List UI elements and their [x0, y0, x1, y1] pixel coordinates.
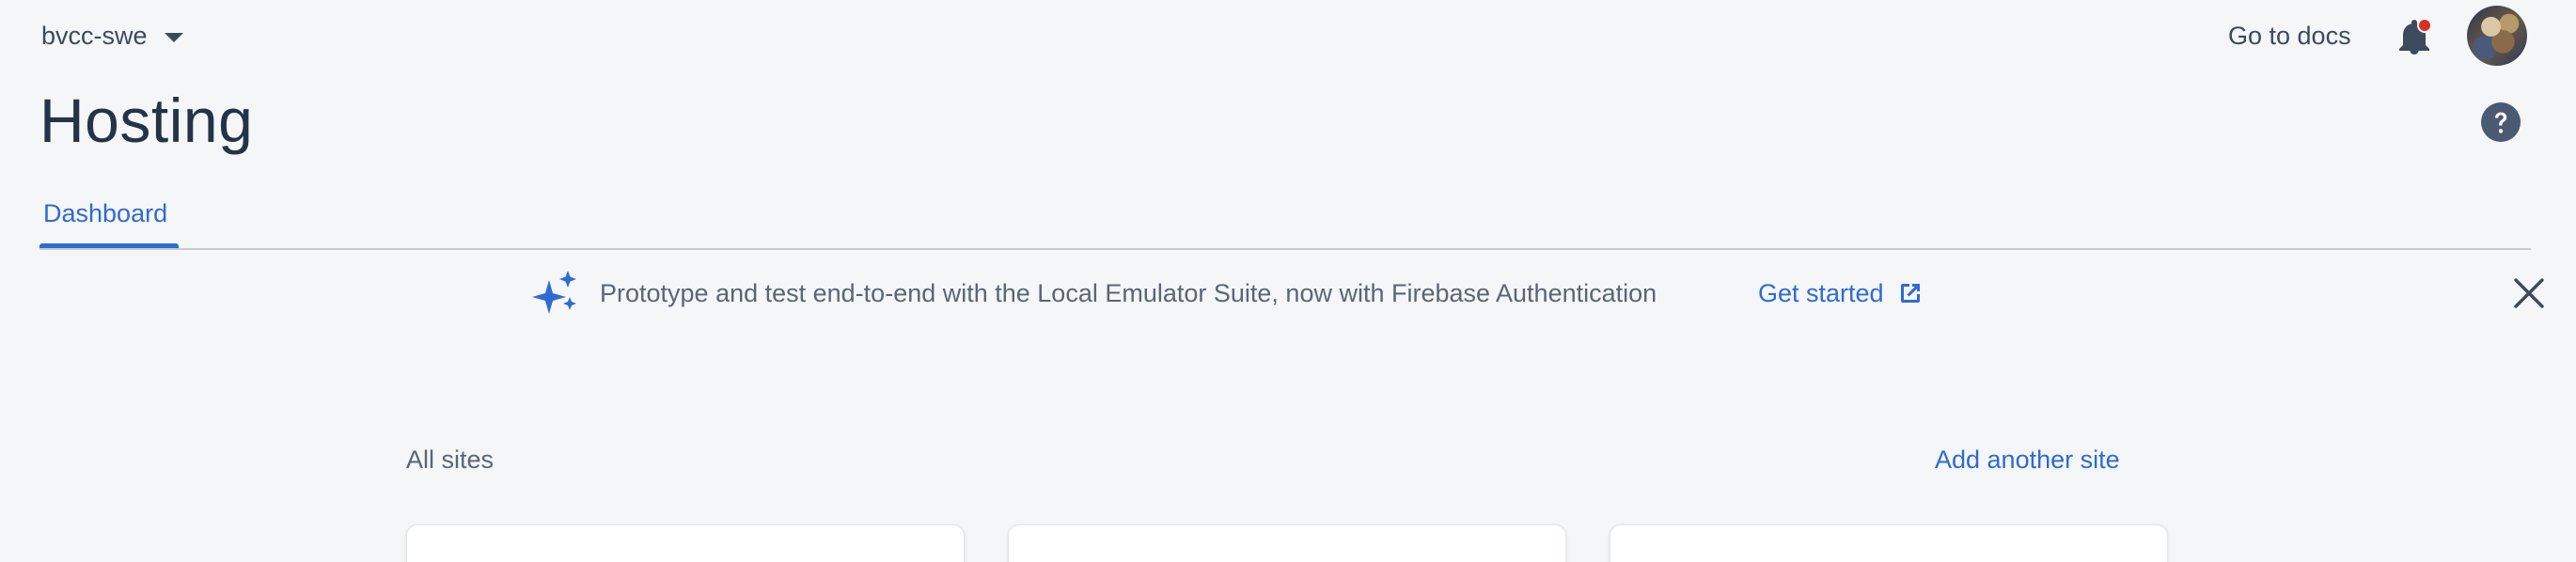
open-in-new-icon	[1900, 284, 1920, 303]
avatar[interactable]	[2467, 6, 2527, 66]
go-to-docs-link[interactable]: Go to docs	[2228, 17, 2351, 55]
bell-icon	[2399, 18, 2432, 55]
notifications-button[interactable]	[2395, 17, 2433, 58]
tab-divider	[39, 248, 2531, 250]
dismiss-banner-button[interactable]	[2512, 276, 2546, 310]
sparkle-icon	[532, 271, 579, 316]
site-card[interactable]	[1008, 524, 1566, 562]
project-name: bvcc-swe	[41, 21, 148, 50]
chevron-down-icon	[164, 33, 183, 42]
help-icon	[2481, 102, 2521, 142]
site-card[interactable]	[1610, 524, 2168, 562]
site-card[interactable]	[406, 524, 965, 562]
project-switcher[interactable]: bvcc-swe	[41, 17, 183, 55]
get-started-link[interactable]: Get started	[1758, 276, 1924, 310]
close-icon	[2514, 278, 2544, 308]
add-another-site-button[interactable]: Add another site	[1935, 445, 2120, 475]
notification-dot	[2417, 18, 2432, 33]
help-button[interactable]	[2480, 101, 2521, 143]
banner-message: Prototype and test end-to-end with the L…	[600, 278, 1657, 307]
get-started-label: Get started	[1758, 278, 1884, 307]
tab-dashboard[interactable]: Dashboard	[41, 199, 169, 248]
all-sites-label: All sites	[406, 445, 495, 474]
page-title: Hosting	[39, 86, 254, 155]
